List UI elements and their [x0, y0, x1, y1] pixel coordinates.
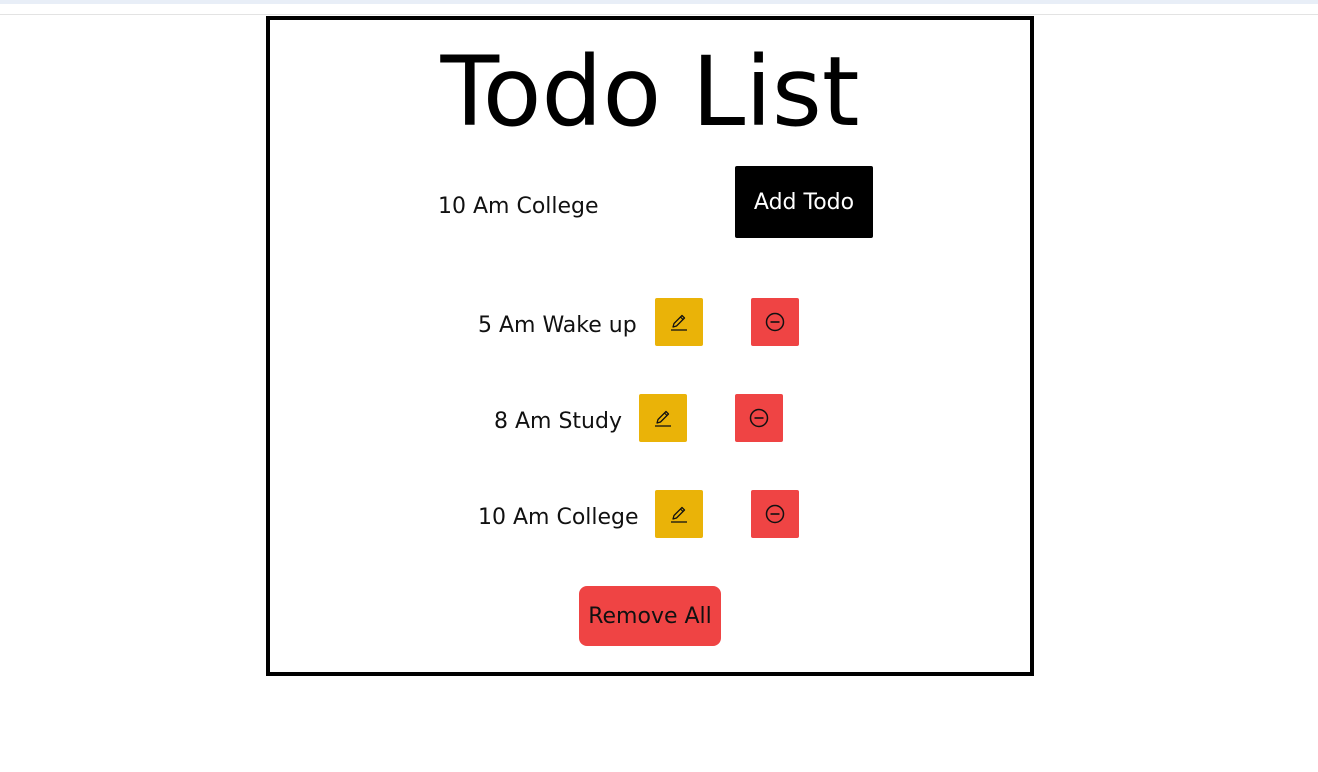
pencil-icon	[671, 506, 687, 523]
todo-item: 10 Am College	[270, 490, 1030, 538]
edit-todo-button[interactable]	[655, 490, 703, 538]
edit-todo-button[interactable]	[639, 394, 687, 442]
remove-all-button[interactable]: Remove All	[579, 586, 721, 646]
pencil-icon	[671, 314, 687, 331]
edit-todo-button[interactable]	[655, 298, 703, 346]
todo-item-text: 5 Am Wake up	[478, 313, 637, 338]
delete-todo-button[interactable]	[751, 490, 799, 538]
todo-item: 5 Am Wake up	[270, 298, 1030, 346]
pencil-icon	[655, 410, 671, 427]
todo-item: 8 Am Study	[270, 394, 1030, 442]
add-todo-button[interactable]: Add Todo	[735, 166, 873, 238]
todo-input[interactable]	[438, 188, 718, 224]
delete-todo-button[interactable]	[751, 298, 799, 346]
delete-todo-button[interactable]	[735, 394, 783, 442]
browser-top-strip	[0, 0, 1318, 4]
todo-item-text: 8 Am Study	[494, 409, 622, 434]
page-title: Todo List	[440, 36, 860, 148]
minus-circle-icon	[765, 312, 785, 332]
minus-circle-icon	[765, 504, 785, 524]
todo-card: Todo List Add Todo 5 Am Wake up 8 Am Stu…	[266, 16, 1034, 676]
todo-item-text: 10 Am College	[478, 505, 639, 530]
browser-top-divider	[0, 14, 1318, 15]
minus-circle-icon	[749, 408, 769, 428]
